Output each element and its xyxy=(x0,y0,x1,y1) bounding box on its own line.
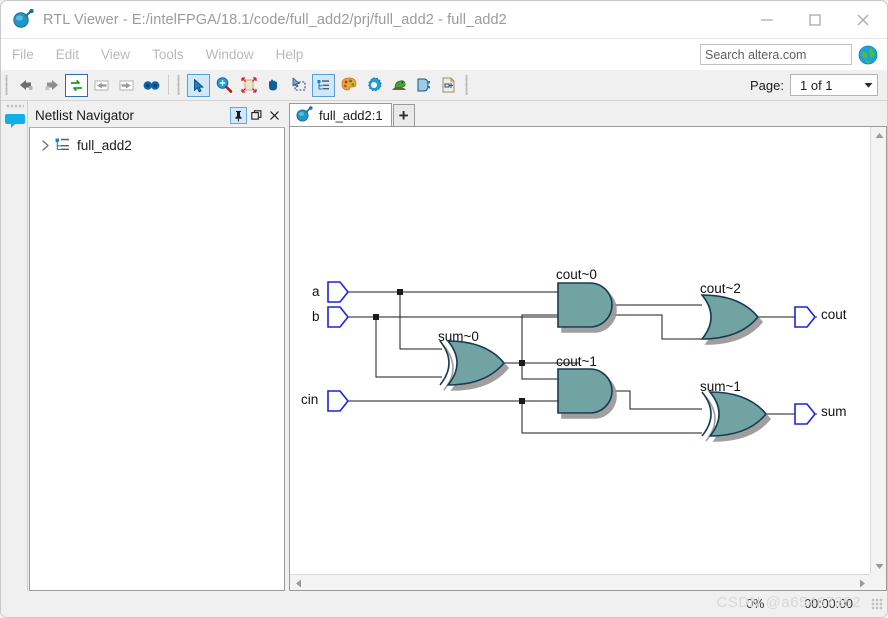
toolbar-grip-2[interactable] xyxy=(176,75,183,95)
status-bar: 0% 00:00:00 xyxy=(1,591,887,617)
vertical-scrollbar[interactable] xyxy=(870,127,886,574)
message-bubble-icon[interactable] xyxy=(4,112,26,130)
fit-in-window-icon[interactable] xyxy=(237,74,260,97)
find-icon[interactable] xyxy=(140,74,163,97)
menu-tools[interactable]: Tools xyxy=(141,44,195,65)
forward-icon[interactable] xyxy=(40,74,63,97)
toolbar-separator xyxy=(168,75,169,95)
netlist-tree: full_add2 xyxy=(29,128,285,591)
elapsed-time: 00:00:00 xyxy=(804,597,853,611)
gate-sum1 xyxy=(701,391,768,437)
netlist-navigator-icon[interactable] xyxy=(312,73,335,97)
window-title: RTL Viewer - E:/intelFPGA/18.1/code/full… xyxy=(43,11,507,28)
toolbar-grip-1[interactable] xyxy=(4,75,11,95)
menu-view[interactable]: View xyxy=(90,44,141,65)
horizontal-scrollbar[interactable] xyxy=(290,574,870,590)
maximize-button[interactable] xyxy=(791,1,839,39)
highlight-node-icon[interactable] xyxy=(412,74,435,97)
settings-gear-icon[interactable] xyxy=(362,74,385,97)
page-label: Page: xyxy=(750,77,784,93)
scrollbar-corner xyxy=(870,574,886,590)
schematic-canvas[interactable]: cout~0 sum~0 cout~1 cout~2 sum~1 a b cin… xyxy=(290,127,870,574)
close-button[interactable] xyxy=(839,1,887,39)
close-panel-icon[interactable] xyxy=(266,107,283,124)
tab-strip: full_add2:1 + xyxy=(289,101,887,127)
menu-bar: File Edit View Tools Window Help Search … xyxy=(1,39,887,70)
gate-cout1 xyxy=(557,368,613,414)
scroll-down-icon[interactable] xyxy=(871,558,887,574)
window-controls xyxy=(743,1,887,39)
input-port-shapes xyxy=(327,281,350,412)
left-dock-strip xyxy=(2,101,28,591)
bird-icon[interactable] xyxy=(387,74,410,97)
minimize-button[interactable] xyxy=(743,1,791,39)
menu-help[interactable]: Help xyxy=(265,44,315,65)
gate-cout0 xyxy=(557,282,613,328)
back-icon[interactable] xyxy=(15,74,38,97)
schematic-canvas-container: cout~0 sum~0 cout~1 cout~2 sum~1 a b cin… xyxy=(289,126,887,591)
search-input[interactable]: Search altera.com xyxy=(700,44,852,65)
progress-percent: 0% xyxy=(746,597,765,611)
document-area: full_add2:1 + cout~0 sum~0 cout~1 cout~2… xyxy=(289,101,887,591)
toolbar: Page: 1 of 1 xyxy=(1,70,887,101)
area-select-icon[interactable] xyxy=(287,74,310,97)
page-combobox[interactable]: 1 of 1 xyxy=(790,74,878,96)
left-strip-grip[interactable] xyxy=(5,104,24,109)
list-item[interactable]: full_add2 xyxy=(30,134,284,156)
undock-icon[interactable] xyxy=(248,107,265,124)
schematic-diagram xyxy=(327,281,817,437)
next-page-icon[interactable] xyxy=(115,74,138,97)
title-bar: RTL Viewer - E:/intelFPGA/18.1/code/full… xyxy=(1,1,887,39)
toolbar-grip-3[interactable] xyxy=(464,75,471,95)
netlist-navigator-panel: Netlist Navigator full_add2 xyxy=(29,104,285,591)
resize-grip[interactable] xyxy=(871,598,883,610)
selection-tool-icon[interactable] xyxy=(187,73,210,97)
scroll-up-icon[interactable] xyxy=(871,127,887,143)
previous-page-icon[interactable] xyxy=(90,74,113,97)
add-tab-button[interactable]: + xyxy=(392,104,415,127)
chevron-down-icon[interactable] xyxy=(860,82,877,89)
search-area: Search altera.com xyxy=(700,44,887,66)
tab-full-add2[interactable]: full_add2:1 xyxy=(289,103,392,127)
page-value: 1 of 1 xyxy=(800,77,833,93)
netlist-navigator-title: Netlist Navigator xyxy=(35,108,135,123)
page-selector: Page: 1 of 1 xyxy=(750,74,887,96)
menu-file[interactable]: File xyxy=(1,44,45,65)
export-page-icon[interactable] xyxy=(437,74,460,97)
rtl-viewer-window: RTL Viewer - E:/intelFPGA/18.1/code/full… xyxy=(0,0,888,618)
tab-label: full_add2:1 xyxy=(319,107,383,123)
zoom-tool-icon[interactable] xyxy=(212,74,235,97)
globe-icon[interactable] xyxy=(857,44,879,66)
menu-window[interactable]: Window xyxy=(195,44,265,65)
pin-icon[interactable] xyxy=(230,107,247,124)
netlist-navigator-header: Netlist Navigator xyxy=(29,104,285,128)
rtl-viewer-icon xyxy=(11,8,37,31)
output-port-shapes xyxy=(794,306,817,425)
netlist-module-icon xyxy=(54,137,72,153)
gate-sum0 xyxy=(439,340,506,386)
panel-header-buttons xyxy=(229,107,285,124)
rtl-viewer-icon xyxy=(295,106,315,124)
scroll-right-icon[interactable] xyxy=(854,575,870,591)
refresh-icon[interactable] xyxy=(65,73,88,97)
scroll-left-icon[interactable] xyxy=(290,575,306,591)
color-palette-icon[interactable] xyxy=(337,74,360,97)
list-item-label: full_add2 xyxy=(77,137,132,153)
hand-tool-icon[interactable] xyxy=(262,74,285,97)
gate-cout2 xyxy=(700,294,760,340)
menu-edit[interactable]: Edit xyxy=(45,44,90,65)
chevron-right-icon[interactable] xyxy=(38,138,52,152)
wire-junctions xyxy=(373,289,525,404)
